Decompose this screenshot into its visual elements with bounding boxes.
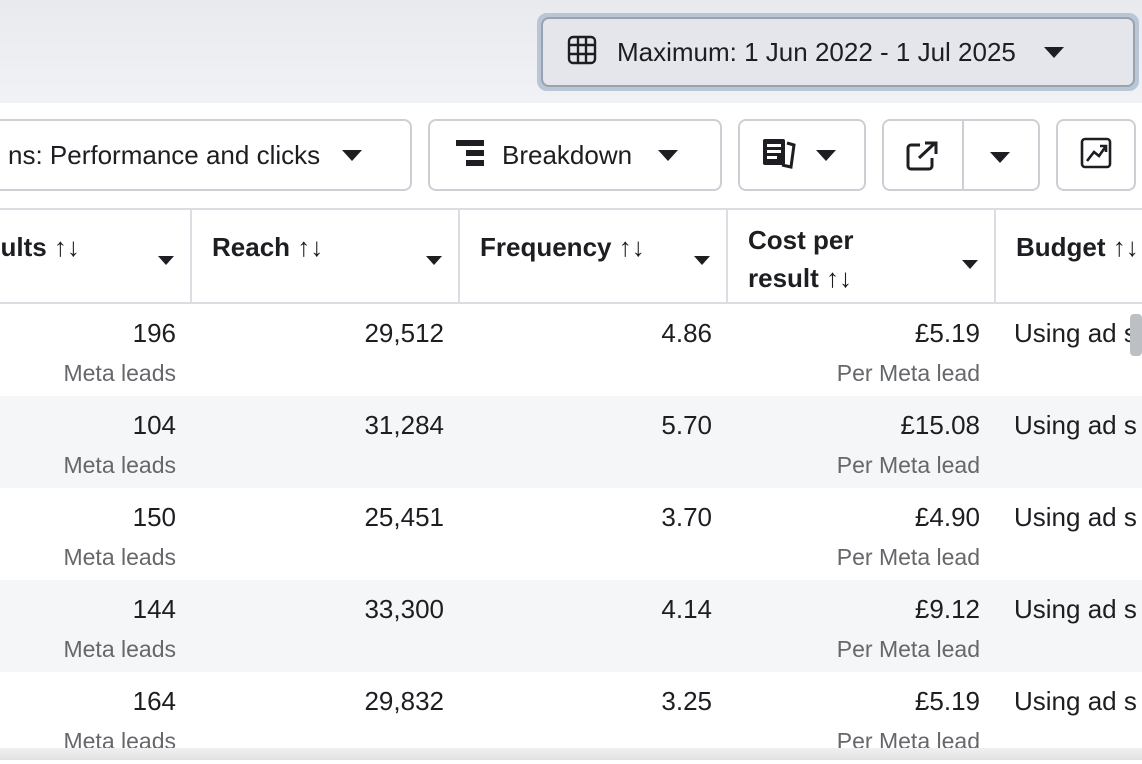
column-menu-icon[interactable]: [694, 256, 710, 265]
breakdown-dropdown[interactable]: Breakdown: [428, 119, 722, 191]
column-header-results[interactable]: sults ↑↓: [0, 210, 192, 302]
chevron-down-icon: [342, 149, 363, 161]
chevron-down-icon: [816, 149, 836, 161]
column-header-reach[interactable]: Reach ↑↓: [192, 210, 460, 302]
calendar-table-icon: [567, 35, 597, 70]
breakdown-icon: [456, 139, 484, 172]
chart-icon: [1080, 137, 1112, 174]
export-icon[interactable]: [906, 141, 938, 176]
reports-icon: [762, 137, 796, 174]
columns-label: ns: Performance and clicks: [8, 139, 321, 170]
chart-button[interactable]: [1056, 119, 1136, 191]
split-divider: [962, 121, 964, 189]
reports-dropdown[interactable]: [738, 119, 866, 191]
toolbar: ns: Performance and clicks Breakdown: [0, 119, 1142, 191]
column-menu-icon[interactable]: [426, 256, 442, 265]
table-row[interactable]: 150 Meta leads 25,451 3.70 £4.90 Per Meta …: [0, 488, 1142, 580]
table-row[interactable]: 196 Meta leads 29,512 4.86 £5.19 Per Meta …: [0, 304, 1142, 396]
chevron-down-icon[interactable]: [990, 152, 1010, 163]
vertical-scrollbar-thumb[interactable]: [1130, 314, 1142, 356]
date-range-label: Maximum: 1 Jun 2022 - 1 Jul 2025: [617, 36, 1016, 67]
column-header-budget[interactable]: Budget ↑↓: [996, 210, 1142, 302]
table-header: sults ↑↓ Reach ↑↓ Frequency ↑↓ Cost per …: [0, 208, 1142, 304]
bottom-edge: [0, 748, 1142, 760]
export-split-button[interactable]: [882, 119, 1040, 191]
table-row[interactable]: 144 Meta leads 33,300 4.14 £9.12 Per Meta …: [0, 580, 1142, 672]
column-menu-icon[interactable]: [962, 260, 978, 269]
columns-dropdown[interactable]: ns: Performance and clicks: [0, 119, 412, 191]
column-header-frequency[interactable]: Frequency ↑↓: [460, 210, 728, 302]
column-menu-icon[interactable]: [158, 256, 174, 265]
chevron-down-icon: [1043, 46, 1064, 58]
table-row[interactable]: 104 Meta leads 31,284 5.70 £15.08 Per Meta…: [0, 396, 1142, 488]
breakdown-label: Breakdown: [502, 139, 633, 170]
date-range-button[interactable]: Maximum: 1 Jun 2022 - 1 Jul 2025: [537, 13, 1139, 91]
top-bar: Maximum: 1 Jun 2022 - 1 Jul 2025: [0, 0, 1142, 103]
chevron-down-icon: [658, 149, 679, 161]
column-header-cost-per-result[interactable]: Cost per result ↑↓: [728, 210, 996, 302]
